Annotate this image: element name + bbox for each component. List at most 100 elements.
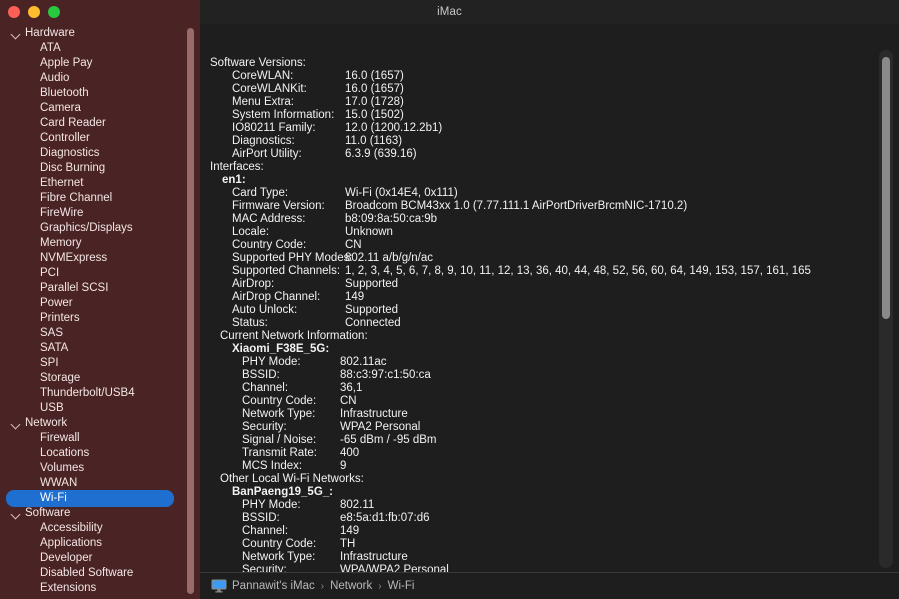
sidebar-item-firewire[interactable]: FireWire: [0, 206, 200, 221]
content-pane: Software Versions: CoreWLAN: 16.0 (1657) Co…: [200, 24, 899, 599]
subsection-heading-label: Xiaomi_F38E_5G:: [232, 343, 330, 355]
sidebar-item-graphics-displays[interactable]: Graphics/Displays: [0, 221, 200, 236]
sidebar-item-firewall[interactable]: Firewall: [0, 431, 200, 446]
sidebar-item-label: Ethernet: [40, 177, 84, 189]
report-row: Supported PHY Modes: 802.11 a/b/g/n/ac: [210, 252, 899, 265]
sidebar-item-sas[interactable]: SAS: [0, 326, 200, 341]
chevron-down-icon[interactable]: [10, 418, 21, 429]
report-row-value: 16.0 (1657): [345, 70, 404, 82]
report-row-value: WPA2 Personal: [340, 421, 421, 433]
report-row: Country Code: CN: [210, 239, 899, 252]
report-row: Card Type: Wi-Fi (0x14E4, 0x111): [210, 187, 899, 200]
sidebar-item-pci[interactable]: PCI: [0, 266, 200, 281]
sidebar-item-camera[interactable]: Camera: [0, 101, 200, 116]
sidebar-item-label: Camera: [40, 102, 81, 114]
sidebar-group-network[interactable]: Network: [0, 416, 200, 431]
sidebar-item-spi[interactable]: SPI: [0, 356, 200, 371]
report-row: System Information: 15.0 (1502): [210, 109, 899, 122]
report-row-value: 802.11 a/b/g/n/ac: [345, 252, 434, 264]
sidebar-item-ata[interactable]: ATA: [0, 41, 200, 56]
close-button[interactable]: [8, 6, 20, 18]
sidebar-item-diagnostics[interactable]: Diagnostics: [0, 146, 200, 161]
chevron-down-icon[interactable]: [10, 28, 21, 39]
subsection-heading-label: BanPaeng19_5G_:: [232, 486, 333, 498]
report-row-value: 149: [340, 525, 360, 537]
sidebar-item-wi-fi[interactable]: Wi-Fi: [0, 490, 200, 507]
sidebar-item-audio[interactable]: Audio: [0, 71, 200, 86]
sidebar-item-locations[interactable]: Locations: [0, 446, 200, 461]
report-row-value: 36,1: [340, 382, 363, 394]
report-section-heading: Current Network Information:: [210, 330, 899, 343]
sidebar-item-storage[interactable]: Storage: [0, 371, 200, 386]
sidebar-item-thunderbolt-usb4[interactable]: Thunderbolt/USB4: [0, 386, 200, 401]
report-row-value: Unknown: [345, 226, 393, 238]
sidebar-item-label: SPI: [40, 357, 59, 369]
sidebar-item-label: Locations: [40, 447, 90, 459]
report-row-value: 9: [340, 460, 347, 472]
report-row-value: 11.0 (1163): [345, 135, 403, 147]
chevron-down-icon[interactable]: [10, 508, 21, 519]
report-row-label: Security:: [242, 421, 287, 433]
report-row: Transmit Rate: 400: [210, 447, 899, 460]
sidebar-item-card-reader[interactable]: Card Reader: [0, 116, 200, 131]
sidebar-item-fibre-channel[interactable]: Fibre Channel: [0, 191, 200, 206]
sidebar-item-controller[interactable]: Controller: [0, 131, 200, 146]
sidebar-item-volumes[interactable]: Volumes: [0, 461, 200, 476]
sidebar-item-label: ATA: [40, 42, 61, 54]
report-row-value: b8:09:8a:50:ca:9b: [345, 213, 438, 225]
report-row-value: 17.0 (1728): [345, 96, 404, 108]
sidebar-item-label: Extensions: [40, 582, 97, 594]
sidebar-item-ethernet[interactable]: Ethernet: [0, 176, 200, 191]
sidebar-item-bluetooth[interactable]: Bluetooth: [0, 86, 200, 101]
sidebar-item-sata[interactable]: SATA: [0, 341, 200, 356]
report-row-value: 802.11: [340, 499, 375, 511]
report-section-heading: Other Local Wi-Fi Networks:: [210, 473, 899, 486]
sidebar-scrollbar[interactable]: [187, 28, 194, 594]
sidebar-item-nvmexpress[interactable]: NVMExpress: [0, 251, 200, 266]
breadcrumb-item-wifi[interactable]: Wi-Fi: [388, 580, 415, 592]
sidebar-item-power[interactable]: Power: [0, 296, 200, 311]
sidebar-item-disabled-software[interactable]: Disabled Software: [0, 566, 200, 581]
sidebar-item-memory[interactable]: Memory: [0, 236, 200, 251]
report-row-label: AirDrop:: [232, 278, 275, 290]
sidebar-item-apple-pay[interactable]: Apple Pay: [0, 56, 200, 71]
sidebar-item-label: Card Reader: [40, 117, 106, 129]
breadcrumb: Pannawit's iMac › Network › Wi-Fi: [200, 572, 899, 599]
sidebar-group-label: Hardware: [25, 27, 75, 39]
report-row-label: Supported Channels:: [232, 265, 341, 277]
breadcrumb-separator: ›: [378, 580, 382, 592]
sidebar-item-accessibility[interactable]: Accessibility: [0, 521, 200, 536]
report-row: CoreWLAN: 16.0 (1657): [210, 70, 899, 83]
report-subsection-heading: BanPaeng19_5G_:: [210, 486, 899, 499]
sidebar[interactable]: Hardware ATA Apple Pay Audio Bluetooth Camera…: [0, 24, 200, 599]
sidebar-group-software[interactable]: Software: [0, 506, 200, 521]
sidebar-item-label: Graphics/Displays: [40, 222, 133, 234]
subsection-heading-label: en1:: [222, 174, 246, 186]
sidebar-item-label: Firewall: [40, 432, 80, 444]
report-row-value: CN: [340, 395, 357, 407]
report-row-value: 802.11ac: [340, 356, 387, 368]
report-row-label: Country Code:: [232, 239, 307, 251]
breadcrumb-separator: ›: [320, 580, 325, 592]
sidebar-item-extensions[interactable]: Extensions: [0, 581, 200, 596]
sidebar-group-label: Network: [25, 417, 68, 429]
sidebar-item-wwan[interactable]: WWAN: [0, 476, 200, 491]
sidebar-item-printers[interactable]: Printers: [0, 311, 200, 326]
content-scrollbar-thumb[interactable]: [882, 57, 890, 319]
report-row-label: AirDrop Channel:: [232, 291, 321, 303]
breadcrumb-item-device[interactable]: Pannawit's iMac: [232, 580, 315, 592]
sidebar-item-disc-burning[interactable]: Disc Burning: [0, 161, 200, 176]
report-row-value: -65 dBm / -95 dBm: [340, 434, 437, 446]
report-row-value: e8:5a:d1:fb:07:d6: [340, 512, 430, 524]
zoom-button[interactable]: [48, 6, 60, 18]
sidebar-item-usb[interactable]: USB: [0, 401, 200, 416]
sidebar-item-label: Thunderbolt/USB4: [40, 387, 135, 399]
report-row-value: 15.0 (1502): [345, 109, 404, 121]
sidebar-group-hardware[interactable]: Hardware: [0, 26, 200, 41]
report-row-label: Network Type:: [242, 408, 316, 420]
sidebar-item-parallel-scsi[interactable]: Parallel SCSI: [0, 281, 200, 296]
minimize-button[interactable]: [28, 6, 40, 18]
breadcrumb-item-network[interactable]: Network: [330, 580, 372, 592]
sidebar-item-developer[interactable]: Developer: [0, 551, 200, 566]
sidebar-item-applications[interactable]: Applications: [0, 536, 200, 551]
